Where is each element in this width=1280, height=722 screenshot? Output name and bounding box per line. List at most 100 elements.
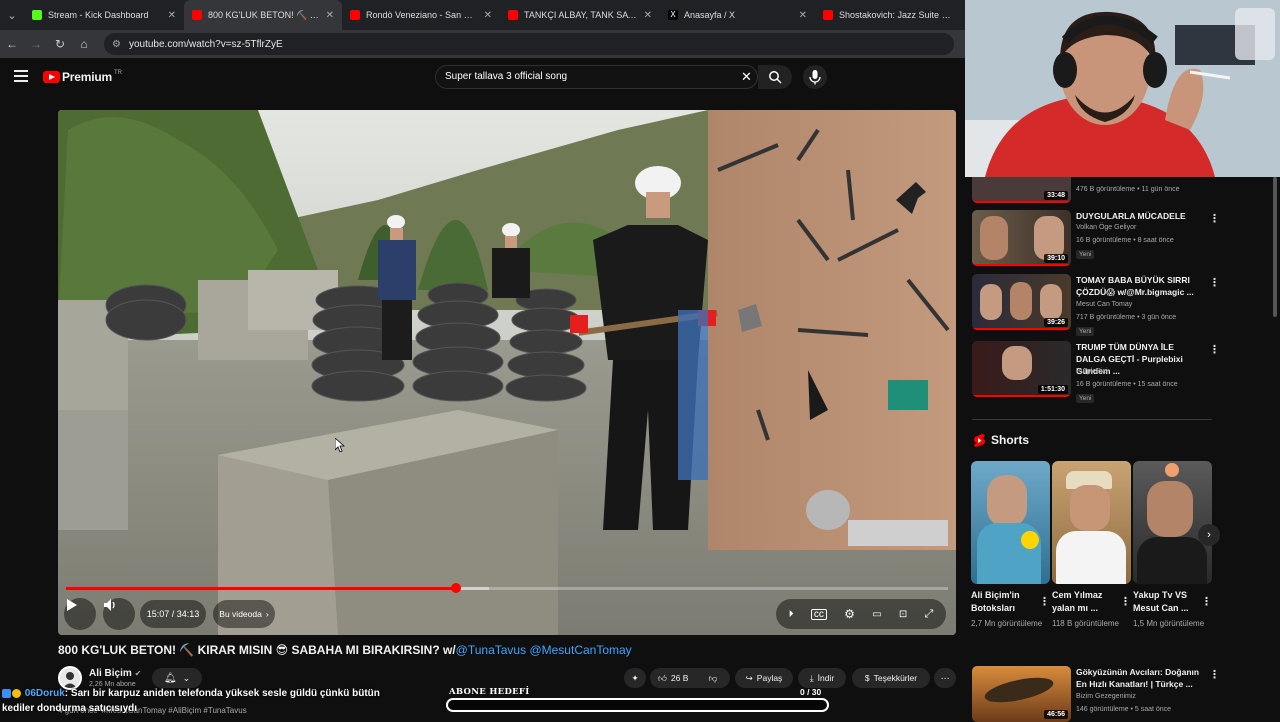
shorts-logo-icon: [974, 433, 985, 447]
fullscreen-icon[interactable]: ⤢: [924, 608, 933, 621]
video-meta: 16 B görüntüleme • 8 saat önce: [1076, 237, 1174, 244]
download-label: İndir: [817, 673, 835, 683]
tab-tankci-albay[interactable]: TANKÇI ALBAY, TANK SAVAŞI SA ✕: [500, 0, 660, 30]
sparkle-icon: ✦: [631, 672, 639, 683]
tab-x-home[interactable]: X Anasayfa / X ✕: [660, 0, 815, 30]
tab-title: Anasayfa / X: [684, 10, 736, 20]
new-badge: Yeni: [1076, 327, 1095, 336]
player-right-controls: ⏵ cc ⚙ ▭ ⊡ ⤢: [776, 599, 946, 629]
short-thumbnail: [1052, 461, 1131, 584]
clip-button[interactable]: ✦: [624, 668, 646, 688]
clear-search-icon[interactable]: ✕: [741, 69, 752, 85]
tab-kick-dashboard[interactable]: Stream - Kick Dashboard ✕: [24, 0, 184, 30]
back-arrow-icon[interactable]: ←: [0, 37, 24, 51]
short-thumbnail: [1133, 461, 1212, 584]
more-vertical-icon[interactable]: ⋮: [1209, 276, 1220, 289]
more-vertical-icon[interactable]: ⋮: [1209, 668, 1220, 681]
play-icon: [67, 599, 77, 611]
shorts-next-button[interactable]: ›: [1198, 524, 1220, 546]
tab-search-chevron-icon[interactable]: ⌄: [0, 0, 24, 30]
scrollbar-thumb[interactable]: [1273, 177, 1277, 317]
mention-link-mesutcantomay[interactable]: @MesutCanTomay: [529, 643, 631, 657]
more-vertical-icon[interactable]: ⋮: [1209, 343, 1220, 356]
autoplay-toggle-icon[interactable]: ⏵: [789, 609, 794, 620]
video-thumbnail: 1:51:30: [972, 341, 1071, 397]
short-thumbnail: [971, 461, 1050, 584]
video-title: TOMAY BABA BÜYÜK SIRRI ÇÖZDÜ😱 w/@Mr.bigm…: [1076, 275, 1194, 297]
tab-active-video[interactable]: 800 KG'LUK BETON! ⛏️ KIRAR MISIN ✕: [184, 0, 342, 30]
tab-close-icon[interactable]: ✕: [644, 10, 652, 21]
channel-name[interactable]: Ali Biçim ✔: [89, 668, 141, 679]
more-vertical-icon[interactable]: ⋮: [1039, 595, 1050, 608]
country-code: TR: [113, 70, 122, 76]
tab-close-icon[interactable]: ✕: [326, 10, 334, 21]
search-input[interactable]: Super tallava 3 official song ✕: [435, 65, 758, 89]
like-count: 26 B: [670, 673, 689, 683]
new-badge: Yeni: [1076, 250, 1095, 259]
short-item[interactable]: Yakup Tv VS Mesut Can ... 1,5 Mn görüntü…: [1133, 461, 1212, 629]
chevron-down-icon: ⌄: [182, 672, 191, 683]
subtitles-icon[interactable]: cc: [810, 608, 827, 620]
short-item[interactable]: Ali Biçim'in Botoksları 2,7 Mn görüntüle…: [971, 461, 1050, 629]
notification-bell-button[interactable]: 🔔︎ ⌄: [152, 668, 202, 688]
more-actions-button[interactable]: ⋯: [934, 668, 956, 688]
short-item[interactable]: Cem Yılmaz yalan mı ... 118 B görüntülem…: [1052, 461, 1131, 629]
voice-search-button[interactable]: [803, 65, 827, 94]
tab-title: 800 KG'LUK BETON! ⛏️ KIRAR MISIN: [208, 9, 320, 20]
video-thumbnail: 46:56: [972, 666, 1071, 722]
channel-name: Mesut Can Tomay: [1076, 301, 1133, 308]
more-vertical-icon[interactable]: ⋮: [1209, 212, 1220, 225]
short-title: Cem Yılmaz yalan mı ...: [1052, 590, 1103, 613]
settings-gear-icon[interactable]: ⚙: [844, 607, 855, 621]
hamburger-menu-icon[interactable]: [14, 70, 28, 82]
sidebar-scrollbar[interactable]: [1273, 177, 1277, 720]
chat-text: : Sarı bir karpuz aniden telefonda yükse…: [64, 688, 380, 699]
thanks-label: Teşekkürler: [873, 673, 918, 683]
search-button[interactable]: [758, 65, 792, 89]
logo-text: Premium: [62, 70, 112, 84]
tab-rondo-veneziano[interactable]: Rondò Veneziano - San Marco ✕: [342, 0, 500, 30]
x-favicon-icon: X: [668, 10, 678, 20]
cast-icon[interactable]: ⊡: [899, 609, 907, 620]
microphone-icon: [803, 65, 827, 89]
more-vertical-icon[interactable]: ⋮: [1120, 595, 1131, 608]
forward-arrow-icon[interactable]: →: [24, 37, 48, 51]
mention-link-tunatavus[interactable]: @TunaTavus: [456, 643, 526, 657]
subscriber-goal-count: 0 / 30: [800, 687, 822, 697]
tab-close-icon[interactable]: ✕: [799, 10, 807, 21]
video-meta: 476 B görüntüleme • 11 gün önce: [1076, 186, 1180, 193]
share-button[interactable]: ↪ Paylaş: [735, 668, 793, 688]
chat-badge-icon: [12, 688, 21, 698]
mute-button[interactable]: [103, 598, 135, 630]
scrubber-handle[interactable]: [450, 583, 461, 593]
tab-close-icon[interactable]: ✕: [168, 10, 176, 21]
dislike-button[interactable]: 👎︎: [702, 668, 724, 688]
channel-name-text: Ali Biçim: [89, 668, 132, 679]
download-button[interactable]: ⤓ İndir: [798, 668, 846, 688]
thumbs-down-icon: 👎︎: [708, 672, 718, 683]
video-player[interactable]: 15:07 / 34:13 Bu videoda › ⏵ cc ⚙ ▭ ⊡ ⤢: [58, 110, 956, 635]
kick-favicon-icon: [32, 10, 42, 20]
chapter-button[interactable]: Bu videoda ›: [213, 600, 275, 628]
address-bar[interactable]: ⚙ youtube.com/watch?v=sz-5TflrZyE: [104, 33, 954, 55]
video-meta: 16 B görüntüleme • 15 saat önce: [1076, 381, 1178, 388]
video-thumbnail: 33:48: [972, 177, 1071, 203]
play-button[interactable]: [64, 598, 96, 630]
search-query-text: Super tallava 3 official song: [445, 71, 568, 82]
home-icon[interactable]: ⌂: [72, 37, 96, 51]
tab-shostakovich[interactable]: Shostakovich: Jazz Suite No. 2: [815, 0, 965, 30]
thanks-button[interactable]: $ Teşekkürler: [852, 668, 930, 688]
video-title: DUYGULARLA MÜCADELE: [1076, 211, 1186, 221]
more-vertical-icon[interactable]: ⋮: [1201, 595, 1212, 608]
subscriber-goal-label: ABONE HEDEFİ: [449, 687, 530, 697]
tab-close-icon[interactable]: ✕: [484, 10, 492, 21]
reload-icon[interactable]: ↻: [48, 37, 72, 51]
miniplayer-icon[interactable]: ▭: [872, 609, 881, 620]
seek-bar[interactable]: [66, 583, 948, 593]
chat-username: 06Doruk: [24, 688, 65, 699]
related-sidebar: 33:48 476 B görüntüleme • 11 gün önce 39…: [965, 177, 1280, 722]
site-info-icon[interactable]: ⚙: [112, 39, 121, 50]
video-frame-image: [58, 110, 956, 635]
short-title: Yakup Tv VS Mesut Can ...: [1133, 590, 1189, 613]
youtube-premium-logo[interactable]: Premium TR: [43, 70, 122, 84]
